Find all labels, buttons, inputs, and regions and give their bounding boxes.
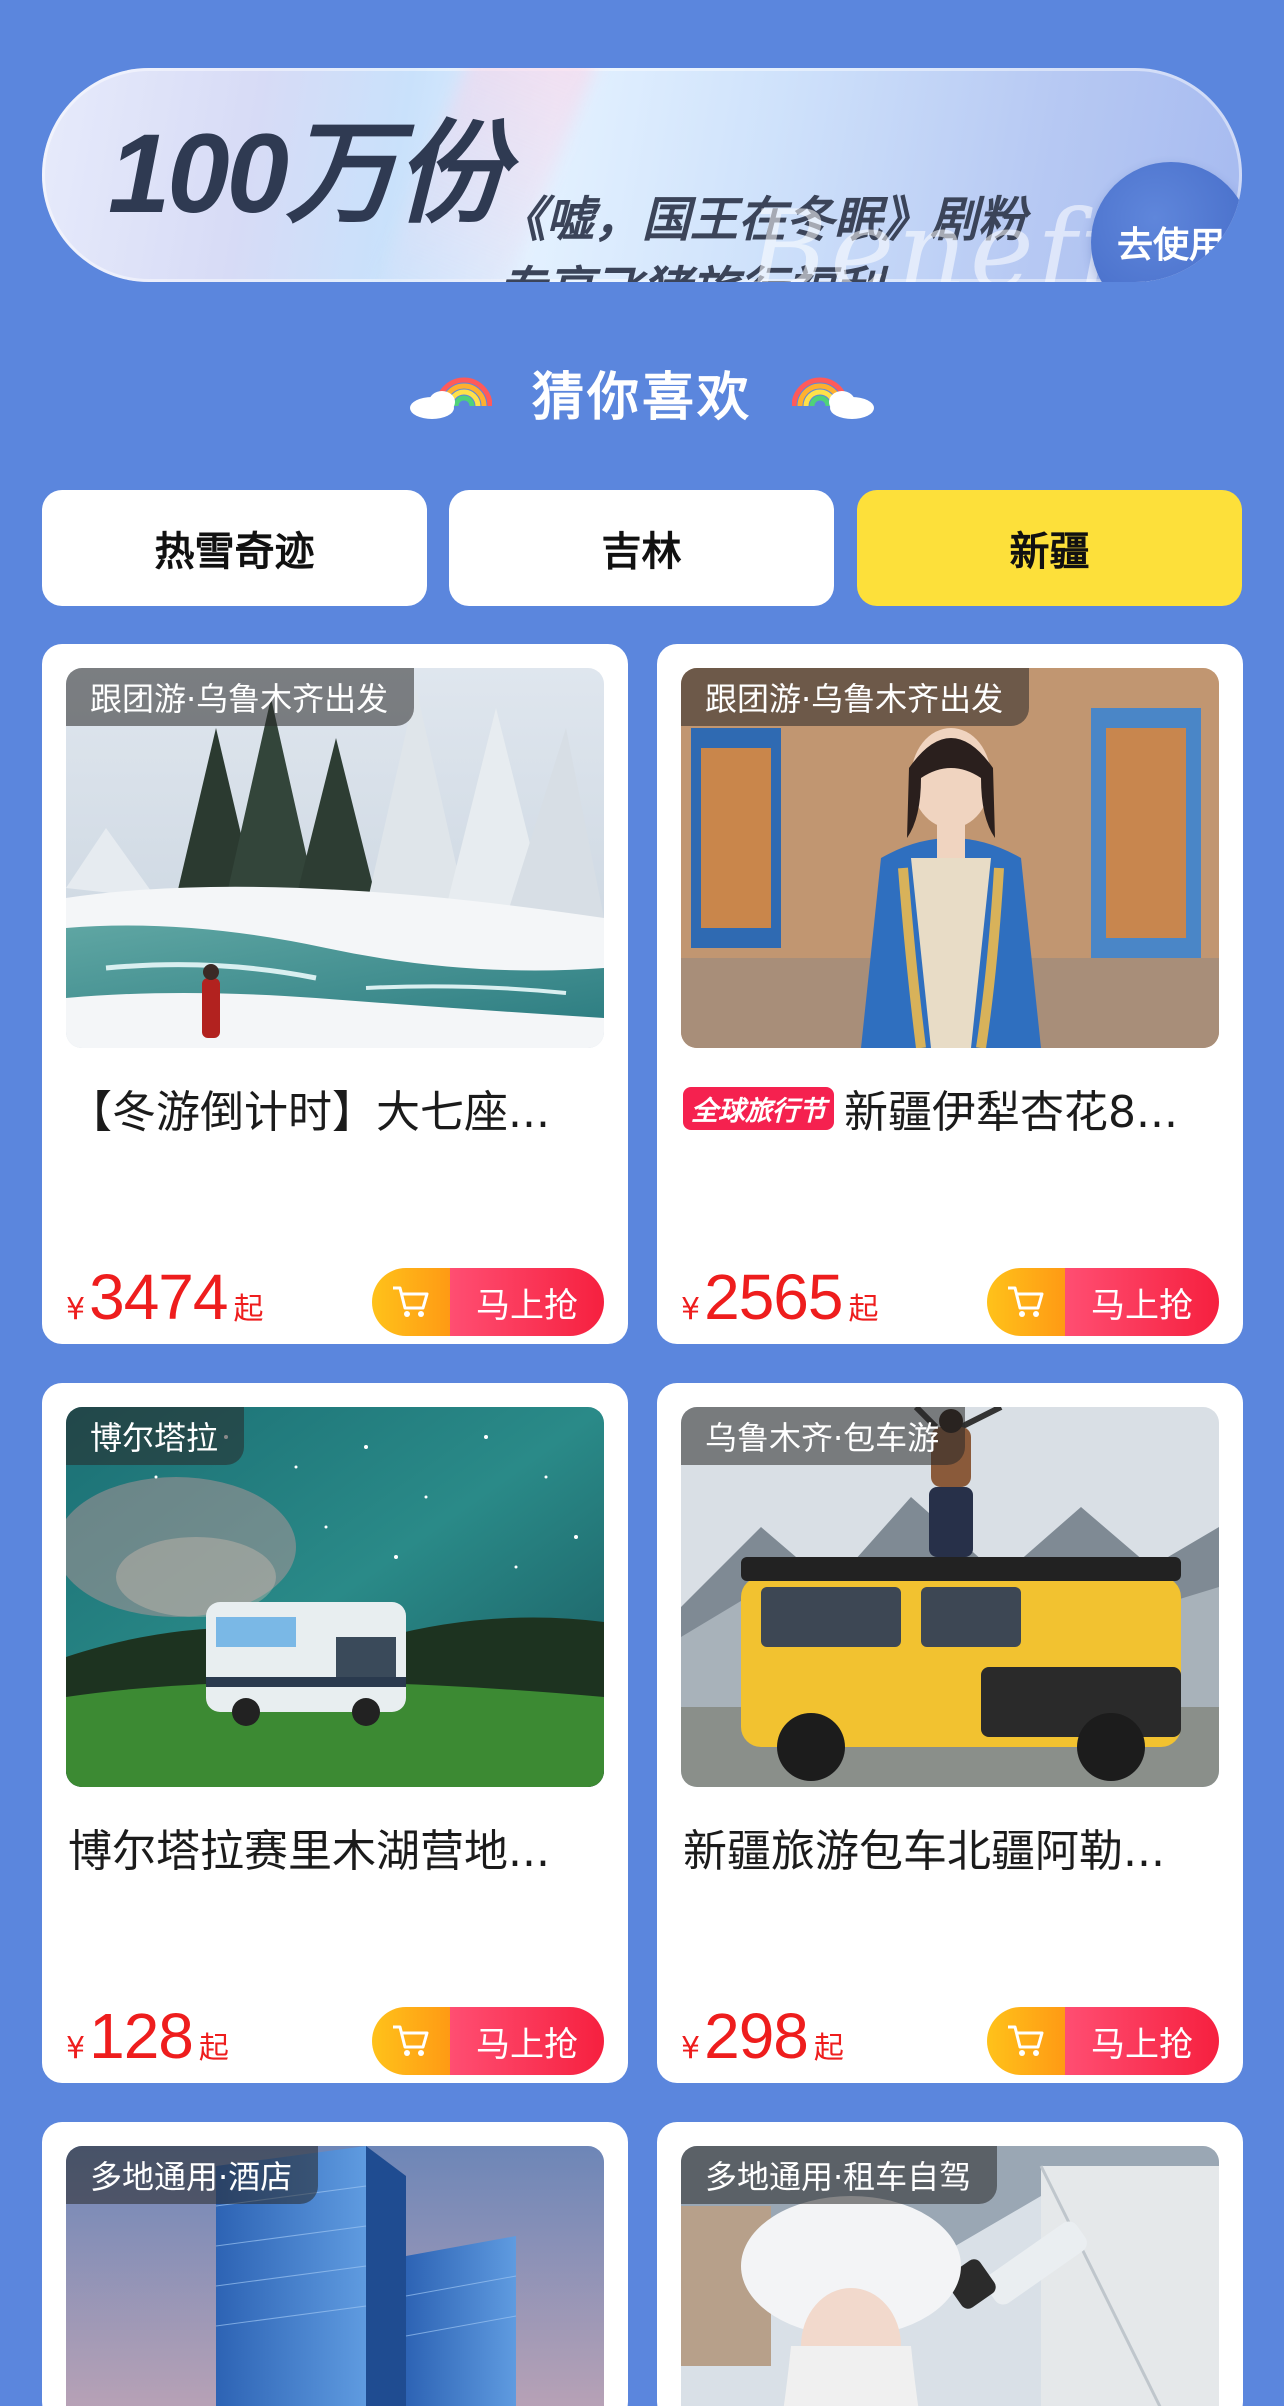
product-image[interactable]: 多地通用·租车自驾 bbox=[681, 2146, 1219, 2406]
product-price: ¥ 298 起 bbox=[681, 2000, 844, 2072]
product-tag: 跟团游·乌鲁木齐出发 bbox=[681, 668, 1030, 726]
product-tag: 多地通用·酒店 bbox=[66, 2146, 319, 2204]
product-title: 新疆旅游包车北疆阿勒... bbox=[683, 1826, 1165, 1877]
product-card[interactable]: 跟团游·乌鲁木齐出发 【冬游倒计时】大七座... ¥ 3474 起 马上抢 bbox=[42, 644, 628, 1344]
product-tag: 跟团游·乌鲁木齐出发 bbox=[66, 668, 415, 726]
product-card[interactable]: 乌鲁木齐·包车游 新疆旅游包车北疆阿勒... ¥ 298 起 马上抢 bbox=[657, 1383, 1243, 2083]
tab-xinjiang[interactable]: 新疆 bbox=[857, 490, 1242, 606]
promo-banner[interactable]: 100万份 《嘘，国王在冬眠》剧粉 专享飞猪旅行福利 Benefit 去使用 bbox=[42, 68, 1242, 282]
buy-now-button[interactable]: 马上抢 bbox=[987, 2007, 1219, 2075]
festival-badge: 全球旅行节 bbox=[683, 1086, 834, 1130]
buy-now-button[interactable]: 马上抢 bbox=[372, 2007, 604, 2075]
section-heading: 猜你喜欢 bbox=[0, 352, 1284, 432]
section-title: 猜你喜欢 bbox=[531, 367, 752, 428]
product-image[interactable]: 多地通用·酒店 bbox=[66, 2146, 604, 2406]
rainbow-cloud-icon bbox=[791, 362, 876, 422]
product-image[interactable]: 跟团游·乌鲁木齐出发 bbox=[681, 668, 1219, 1048]
cart-icon bbox=[372, 2007, 450, 2075]
product-card[interactable]: 多地通用·酒店 bbox=[42, 2122, 628, 2406]
tab-jilin[interactable]: 吉林 bbox=[449, 490, 834, 606]
product-card[interactable]: 跟团游·乌鲁木齐出发 全球旅行节 新疆伊犁杏花8... ¥ 2565 起 马上抢 bbox=[657, 644, 1243, 1344]
category-tabs: 热雪奇迹 吉林 新疆 bbox=[42, 490, 1242, 606]
product-card[interactable]: 多地通用·租车自驾 bbox=[657, 2122, 1243, 2406]
product-price: ¥ 3474 起 bbox=[66, 1261, 264, 1333]
rainbow-cloud-icon bbox=[408, 362, 493, 422]
cart-icon bbox=[987, 2007, 1065, 2075]
use-now-button[interactable]: 去使用 bbox=[1091, 162, 1242, 282]
product-title: 博尔塔拉赛里木湖营地... bbox=[68, 1826, 550, 1877]
tab-rexue-qiji[interactable]: 热雪奇迹 bbox=[42, 490, 427, 606]
buy-now-button[interactable]: 马上抢 bbox=[987, 1268, 1219, 1336]
cart-icon bbox=[987, 1268, 1065, 1336]
product-image[interactable]: 博尔塔拉 bbox=[66, 1407, 604, 1787]
product-price: ¥ 128 起 bbox=[66, 2000, 229, 2072]
product-price: ¥ 2565 起 bbox=[681, 1261, 879, 1333]
product-tag: 多地通用·租车自驾 bbox=[681, 2146, 998, 2204]
buy-now-button[interactable]: 马上抢 bbox=[372, 1268, 604, 1336]
product-title: 全球旅行节 新疆伊犁杏花8... bbox=[683, 1076, 1223, 1140]
product-tag: 博尔塔拉 bbox=[66, 1407, 245, 1465]
promo-headline: 100万份 bbox=[108, 111, 507, 236]
product-image[interactable]: 跟团游·乌鲁木齐出发 bbox=[66, 668, 604, 1048]
product-tag: 乌鲁木齐·包车游 bbox=[681, 1407, 966, 1465]
product-image[interactable]: 乌鲁木齐·包车游 bbox=[681, 1407, 1219, 1787]
product-title: 【冬游倒计时】大七座... bbox=[68, 1087, 550, 1138]
product-card[interactable]: 博尔塔拉 博尔塔拉赛里木湖营地... ¥ 128 起 马上抢 bbox=[42, 1383, 628, 2083]
cart-icon bbox=[372, 1268, 450, 1336]
